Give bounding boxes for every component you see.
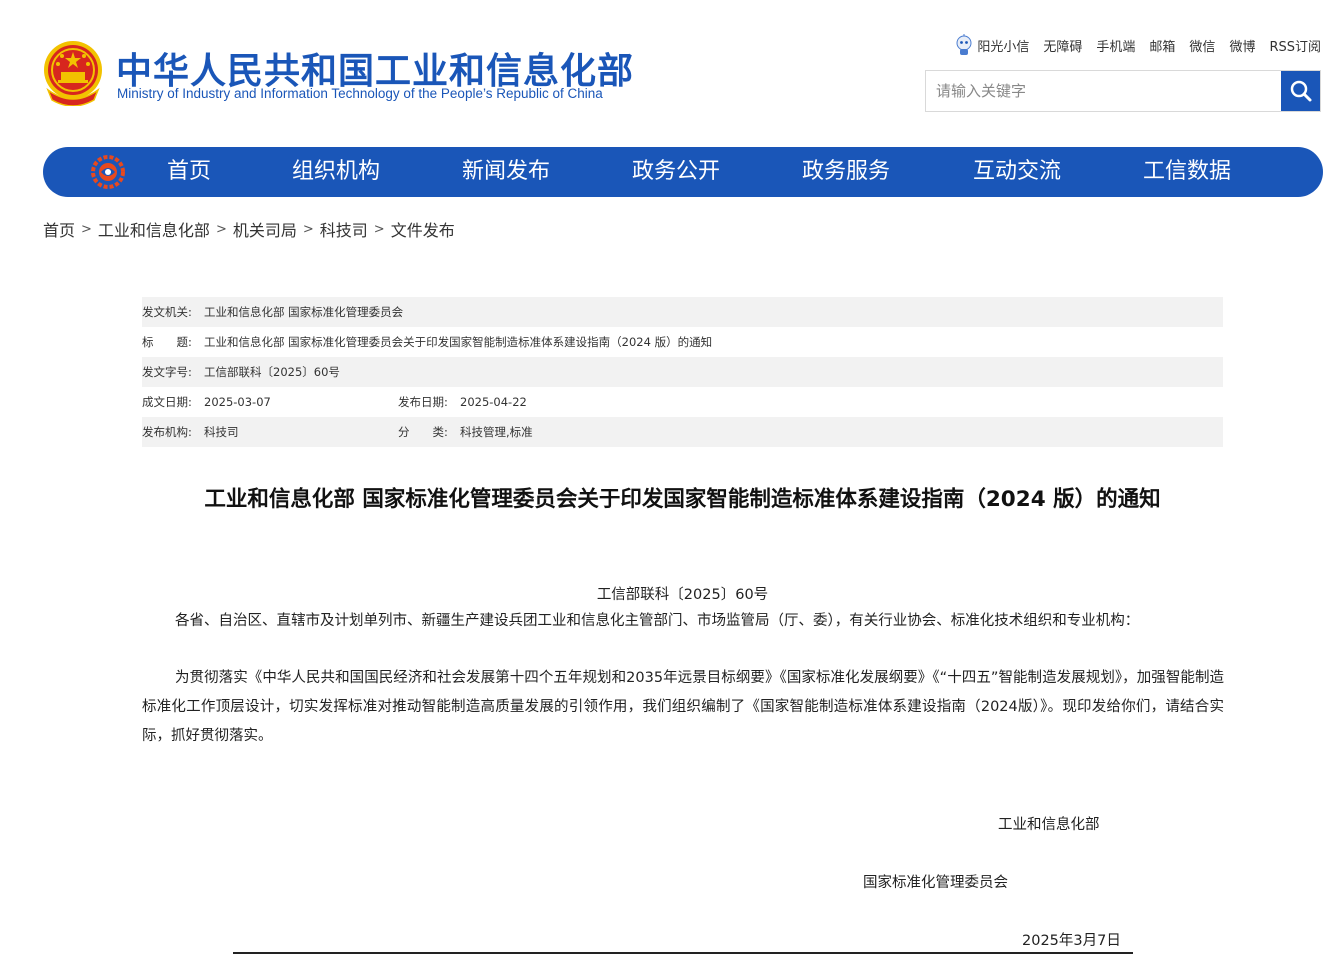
wechat-link[interactable]: 微信 [1189,36,1215,55]
nav-gov-affairs[interactable]: 政务公开 [632,147,720,197]
meta-category-value: 科技管理,标准 [460,425,533,439]
search-box [925,70,1321,112]
search-button[interactable] [1281,71,1320,111]
meta-org-value: 科技司 [204,425,239,439]
meta-row-docno: 发文字号: 工信部联科〔2025〕60号 [142,357,1223,387]
meta-created-label: 成文日期: [142,395,192,409]
meta-created-value: 2025-03-07 [204,395,271,409]
meta-docno-value: 工信部联科〔2025〕60号 [204,365,340,379]
document-meta-table: 发文机关: 工业和信息化部 国家标准化管理委员会 标 题: 工业和信息化部 国家… [142,297,1223,447]
national-emblem-icon [44,41,102,106]
search-icon [1290,80,1311,102]
bottom-rule [233,952,1133,954]
breadcrumb-separator: > [302,221,314,237]
accessibility-link[interactable]: 无障碍 [1043,36,1082,55]
breadcrumb-separator: > [215,221,227,237]
weibo-link[interactable]: 微博 [1229,36,1255,55]
article-doc-number: 工信部联科〔2025〕60号 [596,587,769,603]
signature-sac: 国家标准化管理委员会 [863,875,1008,891]
sunshine-link[interactable]: 阳光小信 [955,34,1029,56]
robot-mascot-icon [956,34,972,55]
meta-title-value: 工业和信息化部 国家标准化管理委员会关于印发国家智能制造标准体系建设指南（202… [204,335,713,349]
breadcrumb-departments[interactable]: 机关司局 [233,217,297,241]
article-addressee: 各省、自治区、直辖市及计划单列市、新疆生产建设兵团工业和信息化主管部门、市场监管… [175,613,1140,629]
breadcrumb: 首页 > 工业和信息化部 > 机关司局 > 科技司 > 文件发布 [43,217,455,241]
meta-published-label: 发布日期: [398,395,448,409]
meta-title-label: 标 题: [142,335,192,349]
meta-published-value: 2025-04-22 [460,395,527,409]
nav-organization[interactable]: 组织机构 [292,147,380,197]
article-body: 为贯彻落实《中华人民共和国国民经济和社会发展第十四个五年规划和2035年远景目标… [142,670,1224,744]
breadcrumb-home[interactable]: 首页 [43,217,75,241]
breadcrumb-miit[interactable]: 工业和信息化部 [98,217,210,241]
meta-docno-label: 发文字号: [142,365,192,379]
rss-link[interactable]: RSS订阅 [1269,36,1321,55]
meta-row-title: 标 题: 工业和信息化部 国家标准化管理委员会关于印发国家智能制造标准体系建设指… [142,327,1223,357]
search-input[interactable] [926,71,1282,111]
mail-link[interactable]: 邮箱 [1149,36,1175,55]
top-links: 阳光小信 无障碍 手机端 邮箱 微信 微博 RSS订阅 [955,34,1321,56]
meta-row-org: 发布机构: 科技司 分 类: 科技管理,标准 [142,417,1223,447]
article-title: 工业和信息化部 国家标准化管理委员会关于印发国家智能制造标准体系建设指南（202… [204,487,1161,512]
breadcrumb-separator: > [373,221,385,237]
nav-interaction[interactable]: 互动交流 [973,147,1061,197]
meta-row-issuer: 发文机关: 工业和信息化部 国家标准化管理委员会 [142,297,1223,327]
breadcrumb-separator: > [81,221,92,237]
meta-category-label: 分 类: [398,425,448,439]
nav-home[interactable]: 首页 [167,147,211,197]
nav-data[interactable]: 工信数据 [1143,147,1231,197]
breadcrumb-science-dept[interactable]: 科技司 [320,217,368,241]
site-title-english[interactable]: Ministry of Industry and Information Tec… [117,86,603,101]
nav-gov-services[interactable]: 政务服务 [802,147,890,197]
meta-row-dates: 成文日期: 2025-03-07 发布日期: 2025-04-22 [142,387,1223,417]
signature-date: 2025年3月7日 [1022,933,1121,949]
nav-logo-icon[interactable] [91,155,125,189]
signature-miit: 工业和信息化部 [998,817,1100,833]
nav-news[interactable]: 新闻发布 [462,147,550,197]
main-nav: 首页 组织机构 新闻发布 政务公开 政务服务 互动交流 工信数据 [43,147,1323,197]
meta-org-label: 发布机构: [142,425,192,439]
meta-issuer-value: 工业和信息化部 国家标准化管理委员会 [204,305,404,319]
sunshine-link-label: 阳光小信 [977,39,1030,55]
mobile-link[interactable]: 手机端 [1096,36,1135,55]
meta-issuer-label: 发文机关: [142,305,192,319]
breadcrumb-documents[interactable]: 文件发布 [391,217,455,241]
